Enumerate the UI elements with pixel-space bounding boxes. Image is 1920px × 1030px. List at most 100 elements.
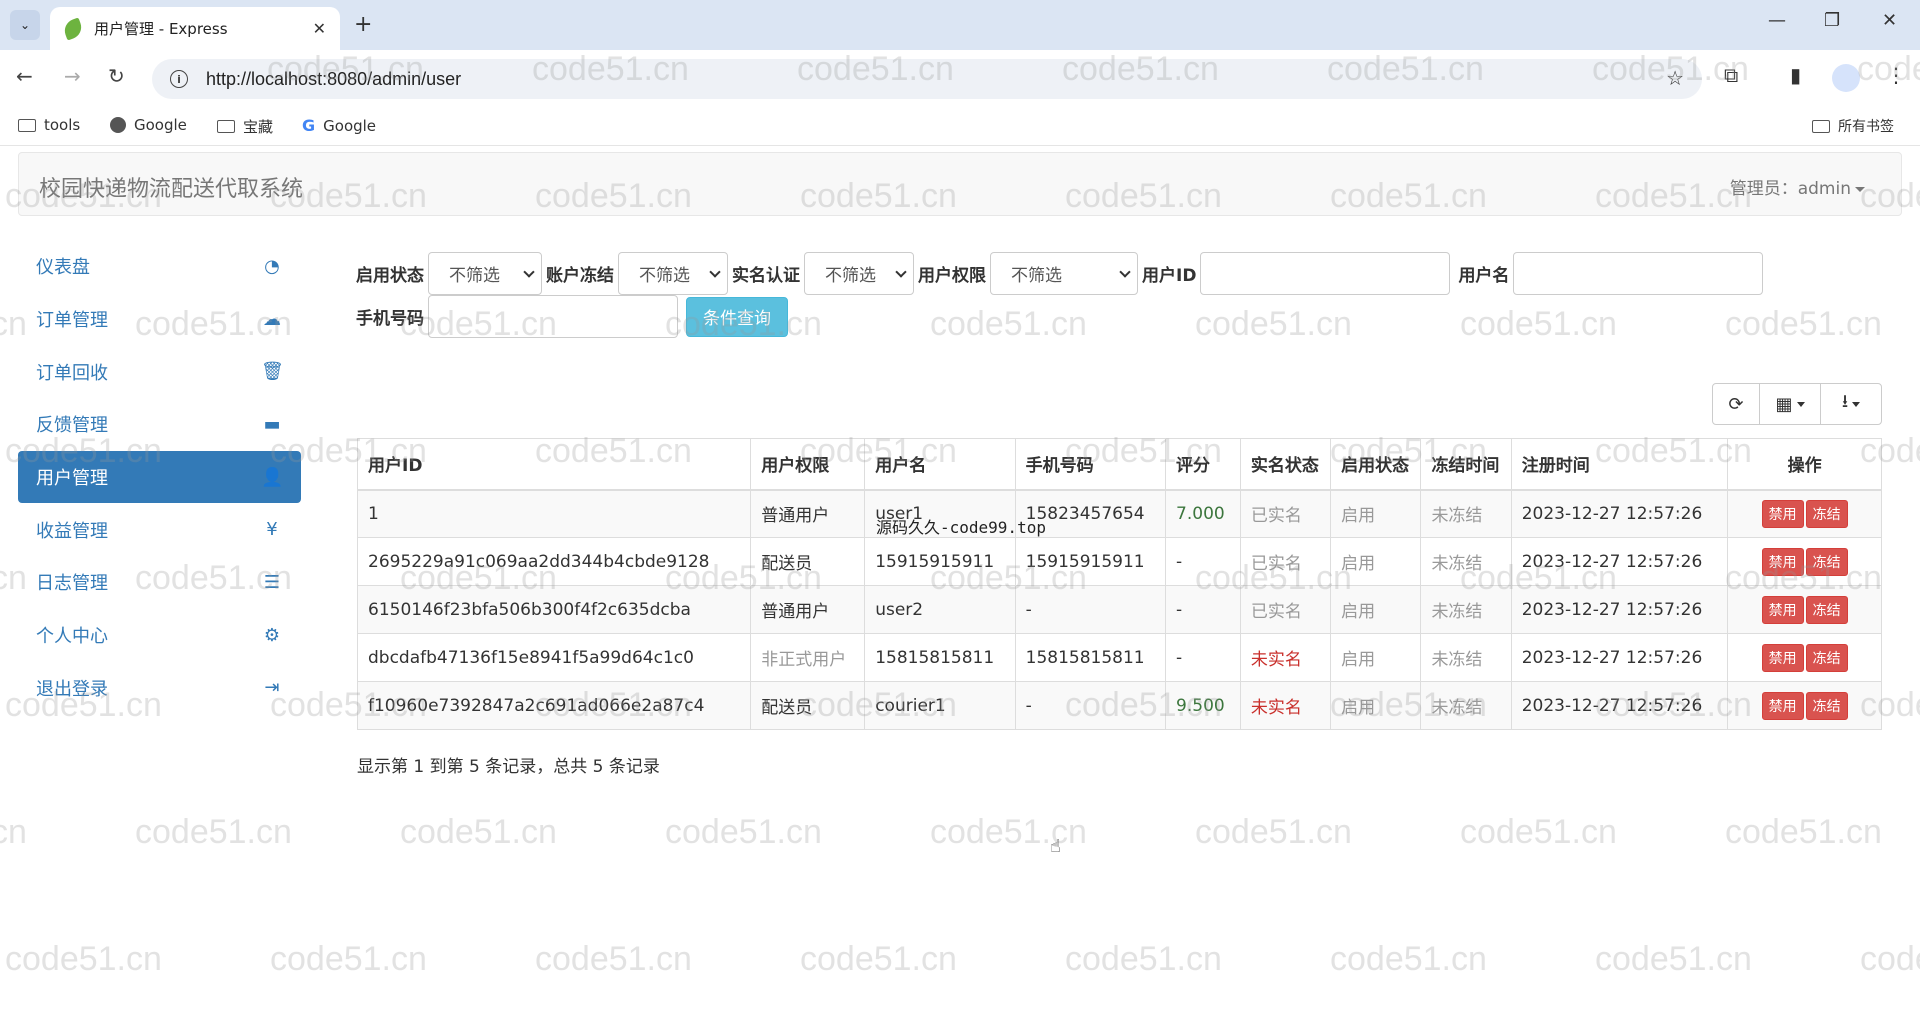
column-header[interactable]: 启用状态 xyxy=(1330,438,1422,491)
freeze-button[interactable]: 冻结 xyxy=(1805,595,1848,624)
watermark-text: code51.cn xyxy=(1065,940,1222,978)
column-header[interactable]: 用户ID xyxy=(356,438,752,491)
profile-avatar[interactable] xyxy=(1832,64,1860,92)
freeze-button[interactable]: 冻结 xyxy=(1805,547,1848,576)
sidebar-item-label: 日志管理 xyxy=(36,573,108,595)
watermark-text: code51.cn xyxy=(400,813,557,851)
query-button[interactable]: 条件查询 xyxy=(686,296,788,337)
bookmark-star-icon[interactable]: ☆ xyxy=(1666,66,1684,90)
sidebar-item-8[interactable]: 退出登录 ⇥ xyxy=(18,662,301,715)
globe-icon xyxy=(110,117,126,133)
filter-row-1: 启用状态 不筛选 账户冻结 不筛选 实名认证 不筛选 用户权限 不筛选 用户ID… xyxy=(356,252,1886,295)
logout-icon: ⇥ xyxy=(264,677,280,699)
extensions-icon[interactable]: ⧉ xyxy=(1724,63,1738,87)
restore-button[interactable]: ❐ xyxy=(1824,10,1840,31)
cell-score: - xyxy=(1165,585,1241,634)
reload-button[interactable]: ↻ xyxy=(108,64,125,88)
sidebar-item-6[interactable]: 日志管理 ☰ xyxy=(18,556,301,609)
username-input[interactable] xyxy=(1513,252,1764,295)
url-text[interactable]: http://localhost:8080/admin/user xyxy=(206,69,461,90)
disable-button[interactable]: 禁用 xyxy=(1761,595,1804,624)
bookmark-tools[interactable]: tools xyxy=(18,116,80,134)
cell-realname: 已实名 xyxy=(1239,585,1332,634)
folder-icon xyxy=(217,120,235,133)
cell-phone: - xyxy=(1014,681,1167,730)
cell-score: - xyxy=(1165,537,1241,586)
minimize-button[interactable]: — xyxy=(1768,10,1786,31)
cell-realname: 已实名 xyxy=(1239,489,1332,538)
address-bar[interactable]: i http://localhost:8080/admin/user ☆ xyxy=(152,59,1702,99)
browser-tab-strip: ⌄ 用户管理 - Express ✕ + — ❐ ✕ xyxy=(0,0,1920,50)
all-bookmarks[interactable]: 所有书签 xyxy=(1812,116,1894,136)
cell-actions: 禁用 冻结 xyxy=(1727,585,1882,634)
watermark-text: code51.cn xyxy=(1195,813,1352,851)
grid-icon: ▦ xyxy=(1775,393,1793,415)
back-button[interactable]: ← xyxy=(16,64,33,88)
frozen-select[interactable]: 不筛选 xyxy=(618,252,728,295)
bookmark-google-2[interactable]: G Google xyxy=(302,116,376,135)
bookmark-treasure[interactable]: 宝藏 xyxy=(217,116,273,137)
export-button[interactable]: ⭳ xyxy=(1820,383,1882,425)
column-header[interactable]: 操作 xyxy=(1727,438,1882,491)
tab-search-button[interactable]: ⌄ xyxy=(10,10,40,40)
gear-icon: ⚙ xyxy=(263,624,281,646)
disable-button[interactable]: 禁用 xyxy=(1761,499,1804,528)
side-panel-icon[interactable]: ▮ xyxy=(1790,63,1801,87)
forward-button[interactable]: → xyxy=(64,64,81,88)
disable-button[interactable]: 禁用 xyxy=(1761,643,1804,672)
freeze-button[interactable]: 冻结 xyxy=(1805,643,1848,672)
cell-freeze: 未冻结 xyxy=(1420,585,1512,634)
cell-role: 普通用户 xyxy=(750,585,866,634)
cell-username: courier1 xyxy=(864,681,1016,730)
disable-button[interactable]: 禁用 xyxy=(1761,547,1804,576)
columns-button[interactable]: ▦ xyxy=(1759,383,1821,425)
sidebar-item-4[interactable]: 用户管理 👤 xyxy=(18,450,301,504)
admin-dropdown[interactable]: 管理员：admin xyxy=(1730,174,1865,199)
new-tab-button[interactable]: + xyxy=(354,12,372,37)
freeze-button[interactable]: 冻结 xyxy=(1805,499,1848,528)
watermark-text: code51.cn xyxy=(1860,940,1920,978)
cell-actions: 禁用 冻结 xyxy=(1727,681,1882,730)
site-info-icon[interactable]: i xyxy=(170,70,188,88)
role-select[interactable]: 不筛选 xyxy=(990,252,1138,295)
sidebar-item-1[interactable]: 订单管理 ☁ xyxy=(18,293,301,346)
column-header[interactable]: 手机号码 xyxy=(1014,438,1167,491)
menu-icon[interactable]: ⋮ xyxy=(1886,63,1906,87)
column-header[interactable]: 用户名 xyxy=(864,438,1016,491)
column-header[interactable]: 用户权限 xyxy=(750,438,866,491)
sidebar-item-7[interactable]: 个人中心 ⚙ xyxy=(18,609,301,662)
folder-icon xyxy=(18,118,36,132)
watermark-text: code51.cn xyxy=(1460,813,1617,851)
bookmark-google-1[interactable]: Google xyxy=(110,116,187,134)
enable-status-select[interactable]: 不筛选 xyxy=(428,252,542,295)
sidebar-item-5[interactable]: 收益管理 ¥ xyxy=(18,503,301,556)
dashboard-icon: ◔ xyxy=(264,255,280,277)
column-header[interactable]: 冻结时间 xyxy=(1420,438,1512,491)
column-header[interactable]: 评分 xyxy=(1165,438,1241,491)
sidebar-item-2[interactable]: 订单回收 🗑 xyxy=(18,345,301,398)
column-header[interactable]: 实名状态 xyxy=(1239,438,1332,491)
close-window-button[interactable]: ✕ xyxy=(1882,10,1897,31)
cell-role: 普通用户 xyxy=(750,489,866,538)
watermark-text: code51.cn xyxy=(1330,940,1487,978)
freeze-button[interactable]: 冻结 xyxy=(1805,691,1848,720)
sidebar-item-0[interactable]: 仪表盘 ◔ xyxy=(18,240,301,293)
column-header[interactable]: 注册时间 xyxy=(1510,438,1729,491)
mouse-cursor-icon: ☝ xyxy=(1050,836,1061,857)
users-table: 用户ID 用户权限 用户名 手机号码 评分 实名状态 启用状态 冻结时间 注册时间 操作 1 普通用… xyxy=(356,438,1882,730)
cell-enabled: 启用 xyxy=(1330,585,1422,634)
frozen-label: 账户冻结 xyxy=(546,266,614,286)
select-value: 不筛选 xyxy=(825,266,876,286)
browser-tab[interactable]: 用户管理 - Express ✕ xyxy=(50,7,340,50)
cloud-upload-icon: ☁ xyxy=(263,308,281,330)
tab-close-icon[interactable]: ✕ xyxy=(313,19,326,38)
realname-select[interactable]: 不筛选 xyxy=(804,252,914,295)
userid-input[interactable] xyxy=(1200,252,1451,295)
brand-title[interactable]: 校园快递物流配送代取系统 xyxy=(39,171,303,203)
table-toolbar: ⟳ ▦ ⭳ xyxy=(1712,383,1882,425)
refresh-button[interactable]: ⟳ xyxy=(1712,383,1760,425)
disable-button[interactable]: 禁用 xyxy=(1761,691,1804,720)
table-row: 6150146f23bfa506b300f4f2c635dcba 普通用户 user… xyxy=(356,585,1882,634)
phone-input[interactable] xyxy=(428,295,678,338)
sidebar-item-3[interactable]: 反馈管理 ▬ xyxy=(18,398,301,451)
